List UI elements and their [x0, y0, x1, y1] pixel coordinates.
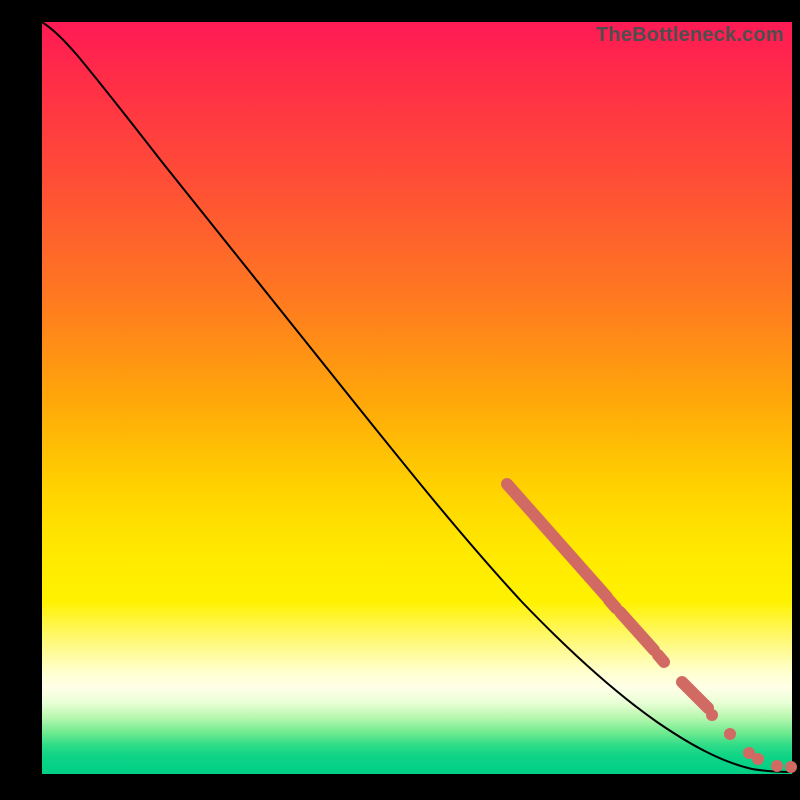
highlight-seg-3	[620, 612, 654, 650]
highlight-segments	[507, 484, 708, 708]
highlight-dot-2	[724, 728, 736, 740]
highlight-dot-4	[752, 753, 764, 765]
highlight-dots	[706, 709, 797, 773]
highlight-seg-5	[682, 682, 708, 708]
highlight-seg-2	[609, 600, 616, 608]
highlight-dot-5	[771, 760, 783, 772]
plot-area: TheBottleneck.com	[42, 22, 792, 774]
highlight-seg-1	[507, 484, 607, 597]
bottleneck-curve	[42, 22, 792, 772]
chart-frame: TheBottleneck.com	[0, 0, 800, 800]
curve-layer	[42, 22, 792, 774]
highlight-dot-6	[785, 761, 797, 773]
highlight-dot-1	[706, 709, 718, 721]
highlight-seg-4	[658, 655, 664, 662]
